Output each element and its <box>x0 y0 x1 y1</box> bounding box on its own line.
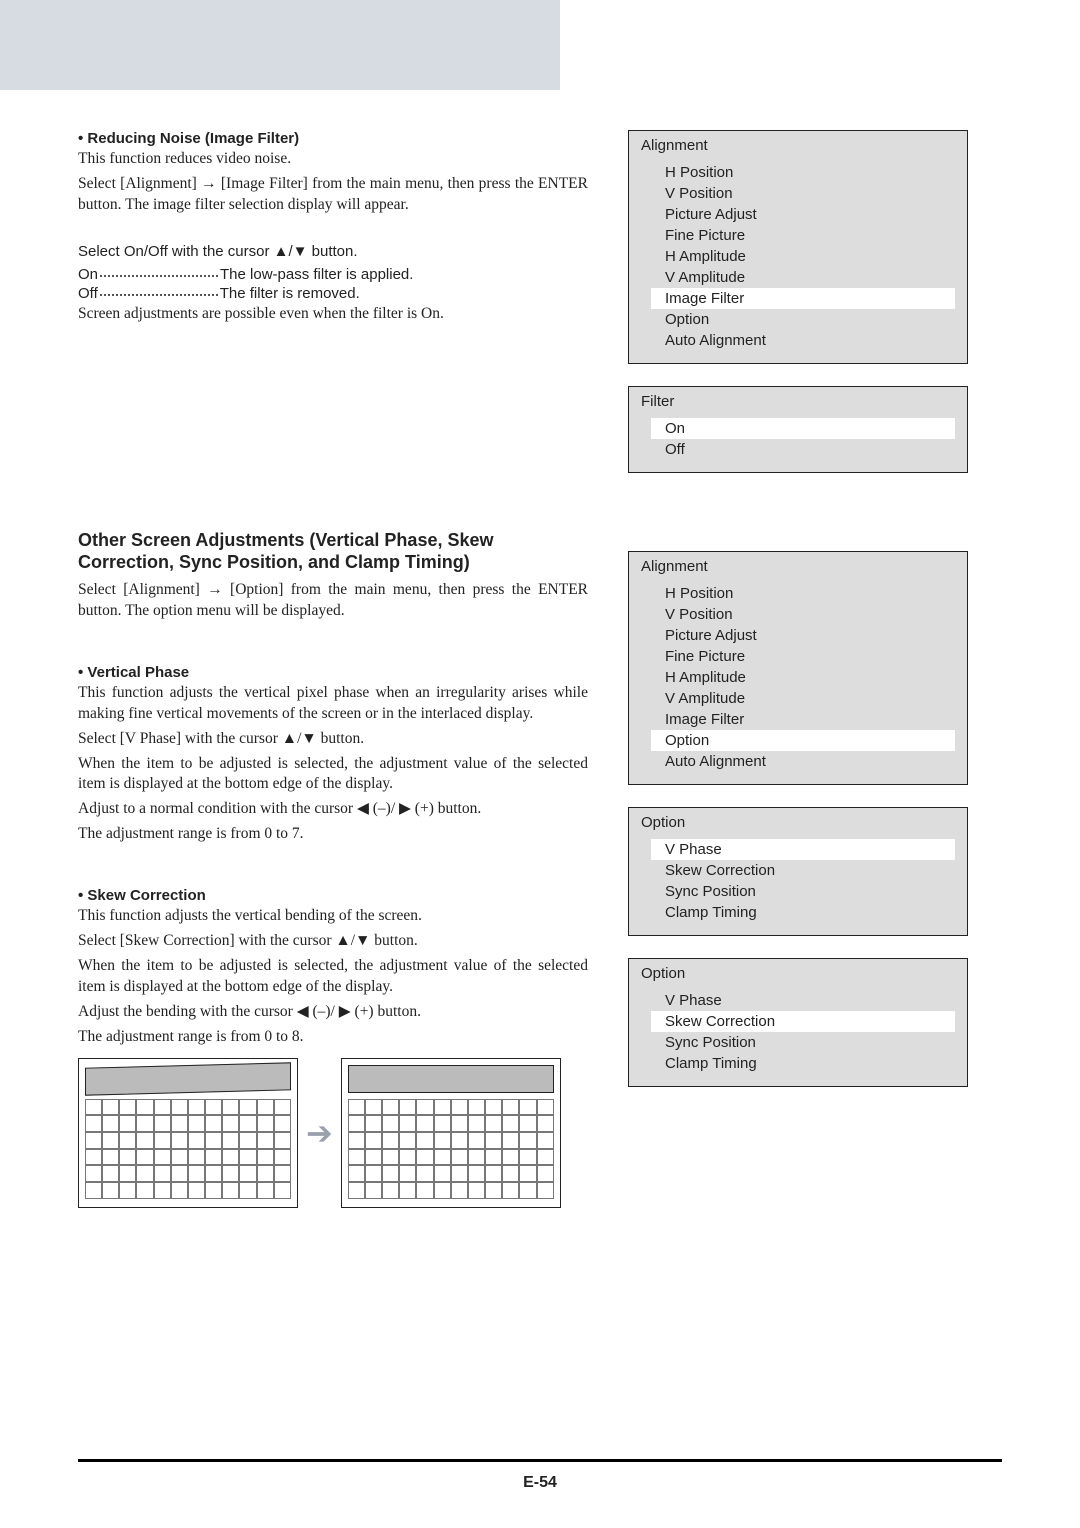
other-path: Select [Alignment] → [Option] from the m… <box>78 580 588 622</box>
menu-item[interactable]: Picture Adjust <box>629 204 967 225</box>
diagram-before <box>78 1058 298 1208</box>
menu-item[interactable]: H Amplitude <box>629 667 967 688</box>
menu-item[interactable]: Clamp Timing <box>629 902 967 923</box>
on-label: On <box>78 266 98 283</box>
menu-item-selected[interactable]: On <box>651 418 955 439</box>
skew-p4: Adjust the bending with the cursor ◀ (–)… <box>78 1002 588 1023</box>
menu-item[interactable]: H Position <box>629 583 967 604</box>
dots-icon <box>100 294 218 296</box>
menu-item-selected[interactable]: Skew Correction <box>651 1011 955 1032</box>
filter-on-row: On The low-pass filter is applied. <box>78 266 588 283</box>
skew-p5: The adjustment range is from 0 to 8. <box>78 1027 588 1048</box>
menu-alignment-1: Alignment H Position V Position Picture … <box>628 130 968 364</box>
arrow-right-icon: ➔ <box>306 1117 333 1149</box>
noise-intro: This function reduces video noise. <box>78 149 588 170</box>
menu-filter: Filter On Off <box>628 386 968 473</box>
menu-item[interactable]: V Position <box>629 604 967 625</box>
noise-note: Screen adjustments are possible even whe… <box>78 304 588 325</box>
off-desc: The filter is removed. <box>220 285 360 302</box>
menu-item[interactable]: Picture Adjust <box>629 625 967 646</box>
menu-item[interactable]: Auto Alignment <box>629 330 967 351</box>
filter-off-row: Off The filter is removed. <box>78 285 588 302</box>
skew-diagrams: ➔ <box>78 1058 588 1208</box>
diagram-after <box>341 1058 561 1208</box>
vphase-heading: • Vertical Phase <box>78 664 588 681</box>
menu-item[interactable]: Auto Alignment <box>629 751 967 772</box>
vphase-p4: Adjust to a normal condition with the cu… <box>78 799 588 820</box>
menu-title: Alignment <box>629 131 967 158</box>
noise-select: Select On/Off with the cursor ▲/▼ button… <box>78 242 588 262</box>
dots-icon <box>100 275 218 277</box>
vphase-p5: The adjustment range is from 0 to 7. <box>78 824 588 845</box>
vphase-p2: Select [V Phase] with the cursor ▲/▼ but… <box>78 729 588 750</box>
menu-title: Alignment <box>629 552 967 579</box>
footer-rule <box>78 1459 1002 1462</box>
noise-heading: • Reducing Noise (Image Filter) <box>78 130 588 147</box>
grid-icon <box>85 1099 291 1199</box>
menu-item[interactable]: Fine Picture <box>629 646 967 667</box>
menu-item[interactable]: Option <box>629 309 967 330</box>
menu-alignment-2: Alignment H Position V Position Picture … <box>628 551 968 785</box>
on-desc: The low-pass filter is applied. <box>220 266 413 283</box>
left-column: • Reducing Noise (Image Filter) This fun… <box>78 78 588 1208</box>
right-column: Alignment H Position V Position Picture … <box>628 78 968 1208</box>
skew-p2: Select [Skew Correction] with the cursor… <box>78 931 588 952</box>
off-label: Off <box>78 285 98 302</box>
vphase-p3: When the item to be adjusted is selected… <box>78 754 588 796</box>
page-number: E-54 <box>0 1474 1080 1492</box>
menu-item[interactable]: Clamp Timing <box>629 1053 967 1074</box>
grid-icon <box>348 1099 554 1199</box>
menu-option-2: Option V Phase Skew Correction Sync Posi… <box>628 958 968 1087</box>
skew-heading: • Skew Correction <box>78 887 588 904</box>
menu-item[interactable]: Off <box>629 439 967 460</box>
menu-item[interactable]: Image Filter <box>629 709 967 730</box>
menu-item-selected[interactable]: V Phase <box>651 839 955 860</box>
menu-item[interactable]: Skew Correction <box>629 860 967 881</box>
menu-item[interactable]: V Amplitude <box>629 267 967 288</box>
menu-item-selected[interactable]: Option <box>651 730 955 751</box>
menu-item[interactable]: Sync Position <box>629 1032 967 1053</box>
menu-title: Option <box>629 959 967 986</box>
skew-p3: When the item to be adjusted is selected… <box>78 956 588 998</box>
menu-title: Filter <box>629 387 967 414</box>
menu-item[interactable]: Fine Picture <box>629 225 967 246</box>
menu-option-1: Option V Phase Skew Correction Sync Posi… <box>628 807 968 936</box>
menu-item[interactable]: H Position <box>629 162 967 183</box>
menu-item[interactable]: H Amplitude <box>629 246 967 267</box>
menu-item[interactable]: V Amplitude <box>629 688 967 709</box>
menu-item[interactable]: V Phase <box>629 990 967 1011</box>
menu-title: Option <box>629 808 967 835</box>
menu-item[interactable]: Sync Position <box>629 881 967 902</box>
menu-item[interactable]: V Position <box>629 183 967 204</box>
menu-item-selected[interactable]: Image Filter <box>651 288 955 309</box>
noise-path: Select [Alignment] → [Image Filter] from… <box>78 174 588 216</box>
vphase-p1: This function adjusts the vertical pixel… <box>78 683 588 725</box>
other-heading: Other Screen Adjustments (Vertical Phase… <box>78 529 588 574</box>
skew-p1: This function adjusts the vertical bendi… <box>78 906 588 927</box>
